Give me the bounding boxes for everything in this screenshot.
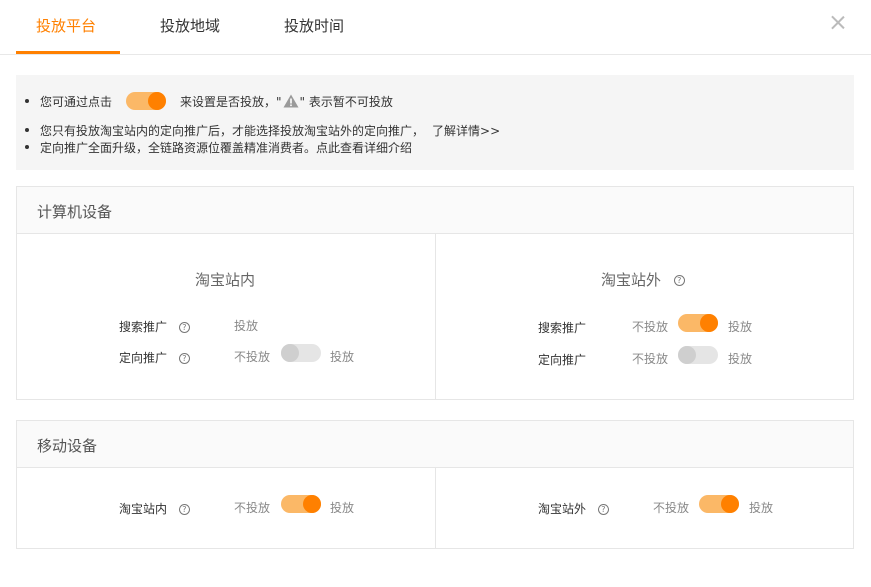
off-text: 不投放 bbox=[632, 320, 669, 334]
off-text: 不投放 bbox=[234, 501, 271, 515]
notice-text: " 表示暂不可投放 bbox=[299, 94, 393, 109]
tab-platform[interactable]: 投放平台 bbox=[36, 15, 96, 36]
tab-bar: 投放平台 投放地域 投放时间 bbox=[0, 0, 871, 55]
off-text: 不投放 bbox=[632, 352, 669, 366]
help-icon[interactable]: ? bbox=[178, 353, 190, 364]
toggle-outside-targeted[interactable] bbox=[678, 346, 718, 364]
upgrade-info-link[interactable]: 定向推广全面升级，全链路资源位覆盖精准消费者。点此查看详细介绍 bbox=[40, 139, 412, 156]
computer-devices-panel: 计算机设备 淘宝站内 搜索推广 ? 投放 定向推广 ? 不投放 投放 淘宝站外 … bbox=[16, 186, 854, 400]
on-text: 投放 bbox=[330, 501, 355, 515]
row-label-search: 搜索推广 ? bbox=[119, 318, 190, 335]
panel-header: 计算机设备 bbox=[17, 187, 853, 234]
notice-text: 您可通过点击 bbox=[40, 94, 113, 109]
section-title-inside: 淘宝站内 bbox=[195, 271, 256, 289]
bullet bbox=[25, 128, 29, 132]
off-text: 不投放 bbox=[653, 501, 690, 515]
example-toggle bbox=[126, 92, 167, 110]
notice-line-1: 您可通过点击 来设置是否投放，" " 表示暂不可投放 bbox=[25, 91, 393, 111]
panel-title: 移动设备 bbox=[37, 437, 98, 455]
bullet bbox=[25, 145, 29, 149]
row-label-targeted: 定向推广 ? bbox=[119, 349, 190, 366]
tab-region[interactable]: 投放地域 bbox=[160, 15, 220, 36]
help-icon[interactable]: ? bbox=[178, 322, 190, 333]
toggle-mobile-inside[interactable] bbox=[281, 495, 321, 513]
on-text: 投放 bbox=[728, 352, 753, 366]
active-tab-indicator bbox=[16, 51, 120, 54]
help-icon[interactable]: ? bbox=[178, 504, 190, 515]
row-label-search: 搜索推广 bbox=[538, 321, 587, 335]
warning-icon bbox=[283, 94, 299, 108]
learn-more-link[interactable]: 了解详情>> bbox=[432, 122, 500, 139]
notice-line-3[interactable]: 定向推广全面升级，全链路资源位覆盖精准消费者。点此查看详细介绍 bbox=[25, 138, 412, 156]
on-text: 投放 bbox=[330, 350, 355, 364]
notice-text: 您只有投放淘宝站内的定向推广后，才能选择投放淘宝站外的定向推广， bbox=[40, 123, 425, 138]
notice-line-2: 您只有投放淘宝站内的定向推广后，才能选择投放淘宝站外的定向推广， 了解详情>> bbox=[25, 121, 500, 139]
panel-header: 移动设备 bbox=[17, 421, 853, 468]
row-label-outside: 淘宝站外 ? bbox=[538, 500, 609, 517]
on-text: 投放 bbox=[749, 501, 774, 515]
help-icon[interactable]: ? bbox=[673, 275, 685, 286]
row-label-inside: 淘宝站内 ? bbox=[119, 500, 190, 517]
status-text: 投放 bbox=[234, 319, 259, 333]
toggle-mobile-outside[interactable] bbox=[699, 495, 739, 513]
close-icon[interactable] bbox=[828, 13, 848, 33]
help-icon[interactable]: ? bbox=[597, 504, 609, 515]
off-text: 不投放 bbox=[234, 350, 271, 364]
panel-title: 计算机设备 bbox=[37, 203, 113, 221]
row-label-targeted: 定向推广 bbox=[538, 353, 587, 367]
bullet bbox=[25, 99, 29, 103]
divider bbox=[435, 468, 436, 548]
notice-box: 您可通过点击 来设置是否投放，" " 表示暂不可投放 您只有投放淘宝站内的定向推… bbox=[16, 75, 854, 170]
divider bbox=[435, 234, 436, 399]
on-text: 投放 bbox=[728, 320, 753, 334]
notice-text: 来设置是否投放，" bbox=[180, 94, 282, 109]
toggle-inside-targeted[interactable] bbox=[281, 344, 321, 362]
tab-time[interactable]: 投放时间 bbox=[284, 15, 344, 36]
toggle-outside-search[interactable] bbox=[678, 314, 718, 332]
mobile-devices-panel: 移动设备 淘宝站内 ? 不投放 投放 淘宝站外 ? 不投放 投放 bbox=[16, 420, 854, 549]
section-title-outside: 淘宝站外 ? bbox=[601, 269, 685, 290]
